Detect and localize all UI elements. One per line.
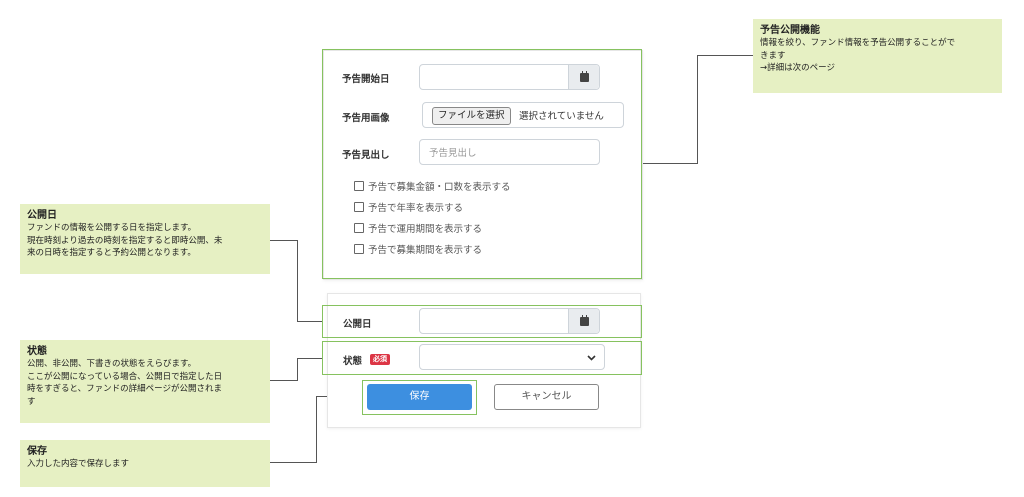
note-preview: 予告公開機能 情報を絞り、ファンド情報を予告公開することがで きます →詳細は次… (753, 19, 1002, 93)
cancel-button[interactable]: キャンセル (494, 384, 599, 410)
connector-status (297, 358, 322, 359)
note-status-line: す (27, 396, 36, 407)
note-status-line: ここが公開になっている場合、公開日で指定した日 (27, 371, 223, 382)
connector-publish-date (297, 321, 322, 322)
highlight-publish-date (322, 305, 642, 338)
highlight-save-button (362, 380, 477, 415)
connector-publish-date (297, 240, 298, 321)
connector-preview (642, 163, 697, 164)
connector-status (297, 358, 298, 381)
note-save-line: 入力した内容で保存します (27, 459, 130, 469)
note-publish-date-line: 来の日時を指定すると予約公開となります。 (27, 248, 196, 258)
note-status-title: 状態 (27, 346, 47, 357)
connector-publish-date (270, 240, 297, 241)
connector-status (270, 380, 297, 381)
note-preview-line: →詳細は次のページ (760, 63, 835, 73)
note-status-line: 時をすぎると、ファンドの詳細ページが公開されま (27, 384, 222, 394)
note-publish-date-line: 現在時刻より過去の時刻を指定すると即時公開、未 (27, 235, 223, 246)
connector-save (270, 462, 316, 463)
highlight-preview-section (322, 49, 642, 279)
note-publish-date-line: ファンドの情報を公開する日を指定します。 (27, 223, 197, 233)
connector-preview (697, 55, 753, 56)
connector-save (316, 396, 317, 463)
note-publish-date: 公開日 ファンドの情報を公開する日を指定します。 現在時刻より過去の時刻を指定す… (20, 204, 270, 274)
note-status: 状態 公開、非公開、下書きの状態をえらびます。 ここが公開になっている場合、公開… (20, 340, 270, 423)
connector-preview (697, 55, 698, 164)
note-save: 保存 入力した内容で保存します (20, 440, 270, 487)
note-preview-line: きます (760, 50, 786, 61)
note-save-title: 保存 (27, 446, 47, 457)
note-preview-line: 情報を絞り、ファンド情報を予告公開することがで (760, 38, 956, 48)
note-publish-date-title: 公開日 (27, 210, 57, 221)
note-preview-title: 予告公開機能 (760, 25, 820, 36)
note-status-line: 公開、非公開、下書きの状態をえらびます。 (27, 359, 197, 369)
highlight-status (322, 341, 642, 375)
